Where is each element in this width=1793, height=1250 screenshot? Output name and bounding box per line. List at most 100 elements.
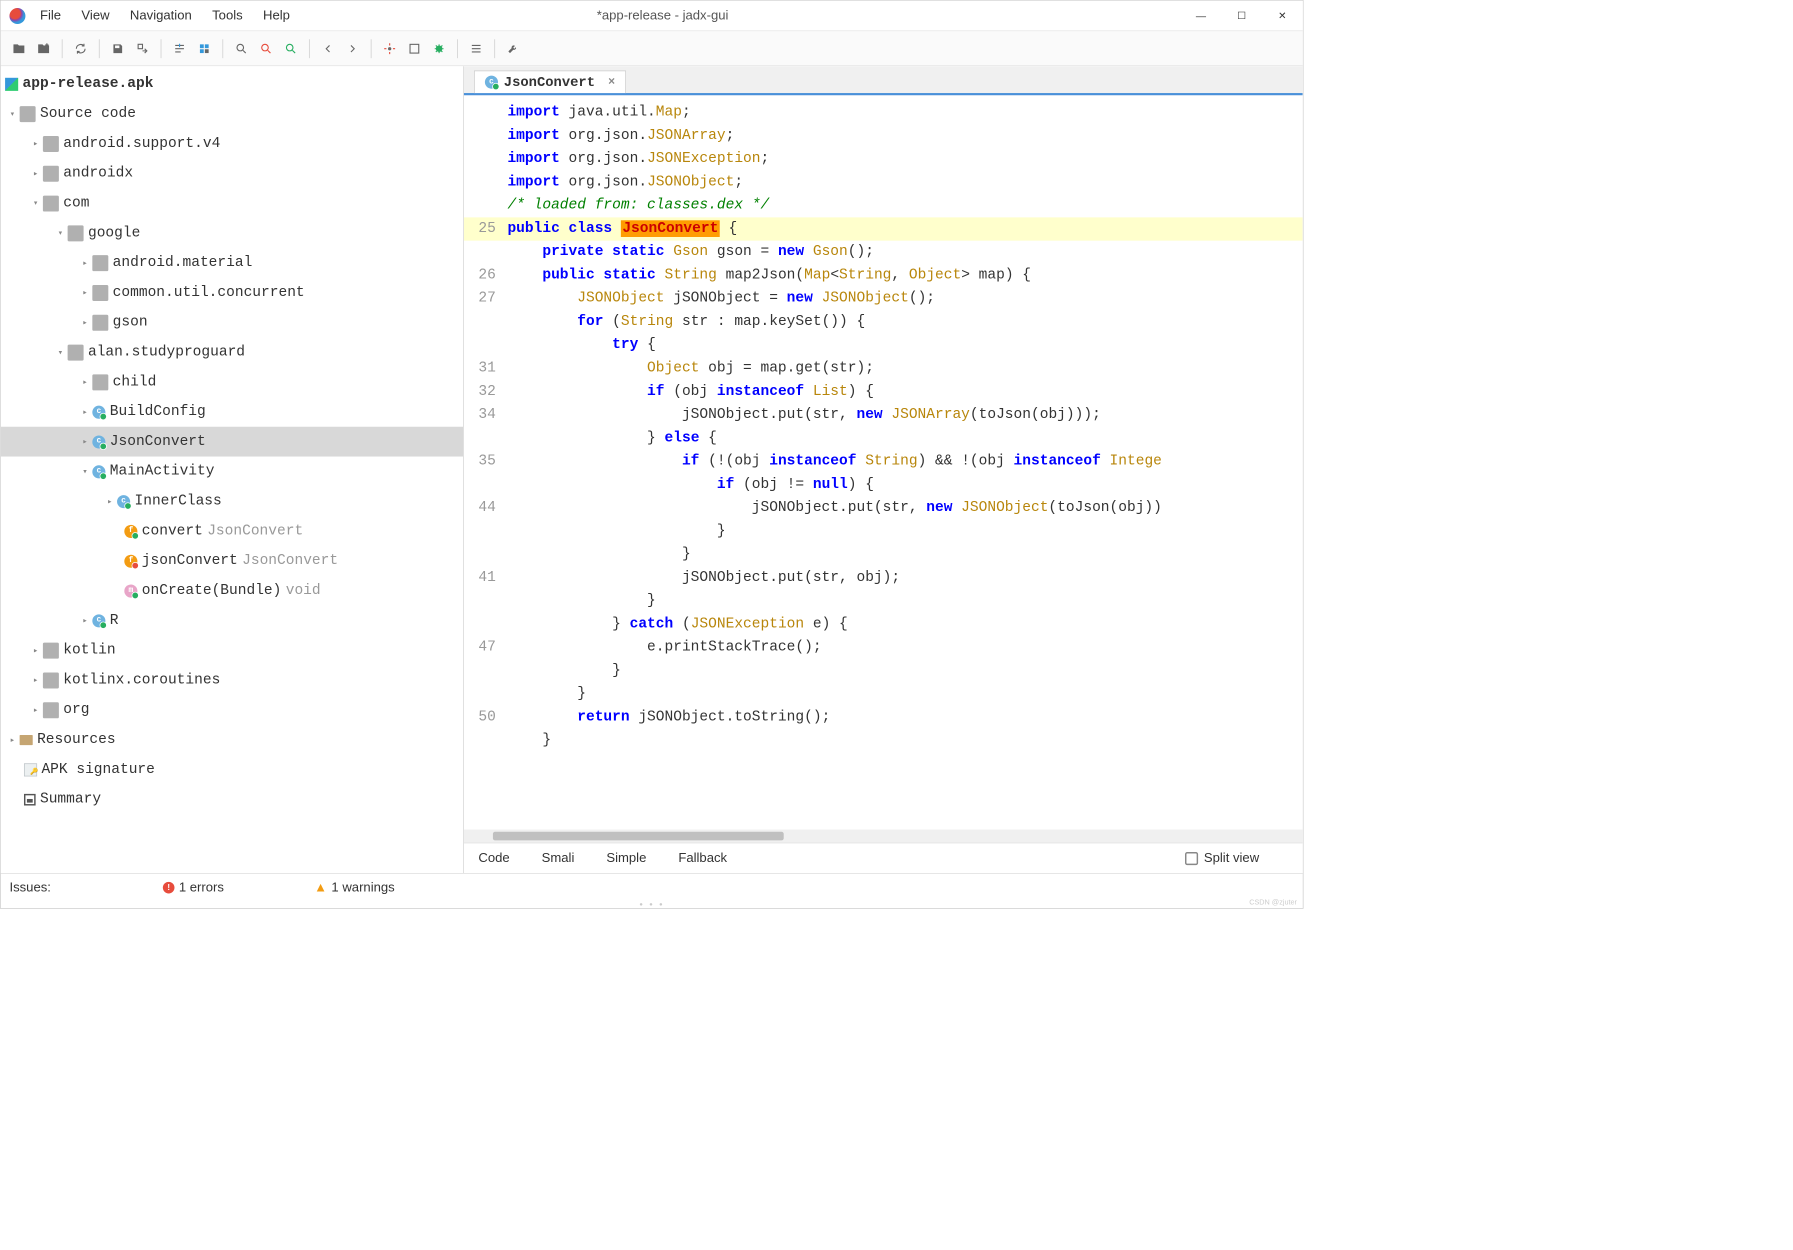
code-line[interactable]: }	[464, 543, 1303, 566]
code-text[interactable]: import org.json.JSONException;	[507, 148, 1302, 171]
code-line[interactable]: try {	[464, 334, 1303, 357]
menu-view[interactable]: View	[81, 8, 109, 23]
tab-close-icon[interactable]: ×	[608, 76, 615, 89]
code-text[interactable]: JSONObject jSONObject = new JSONObject()…	[507, 287, 1302, 310]
code-text[interactable]: for (String str : map.keySet()) {	[507, 310, 1302, 333]
code-line[interactable]: 47 e.printStackTrace();	[464, 636, 1303, 659]
tree-root[interactable]: app-release.apk	[1, 69, 463, 99]
tree-class-jsonconvert[interactable]: ▸cJsonConvert	[1, 427, 463, 457]
code-line[interactable]: }	[464, 659, 1303, 682]
code-text[interactable]: }	[507, 520, 1302, 543]
code-line[interactable]: 50 return jSONObject.toString();	[464, 706, 1303, 729]
tree-apk-sig[interactable]: APK signature	[1, 755, 463, 785]
code-line[interactable]: } catch (JSONException e) {	[464, 613, 1303, 636]
tab-jsonconvert[interactable]: c JsonConvert ×	[474, 71, 626, 94]
code-text[interactable]: }	[507, 729, 1302, 752]
save-icon[interactable]	[107, 37, 129, 59]
drag-handle[interactable]: ● ● ●	[1, 901, 1303, 908]
tree-summary[interactable]: Summary	[1, 784, 463, 814]
code-line[interactable]: 34 jSONObject.put(str, new JSONArray(toJ…	[464, 403, 1303, 426]
tree-pkg[interactable]: ▾alan.studyproguard	[1, 337, 463, 367]
code-text[interactable]: public class JsonConvert {	[507, 217, 1302, 240]
code-text[interactable]: }	[507, 543, 1302, 566]
list-icon[interactable]	[465, 37, 487, 59]
code-text[interactable]: jSONObject.put(str, new JSONArray(toJson…	[507, 403, 1302, 426]
tab-code[interactable]: Code	[478, 851, 509, 866]
code-text[interactable]: } catch (JSONException e) {	[507, 613, 1302, 636]
code-line[interactable]: }	[464, 520, 1303, 543]
code-line[interactable]: }	[464, 729, 1303, 752]
tree-field[interactable]: fjsonConvertJsonConvert	[1, 546, 463, 576]
tree-pkg[interactable]: ▸androidx	[1, 158, 463, 188]
code-line[interactable]: private static Gson gson = new Gson();	[464, 241, 1303, 264]
code-text[interactable]: if (!(obj instanceof String) && !(obj in…	[507, 450, 1302, 473]
tree-class[interactable]: ▸cR	[1, 606, 463, 636]
tree-field[interactable]: fconvertJsonConvert	[1, 516, 463, 546]
code-text[interactable]: /* loaded from: classes.dex */	[507, 194, 1302, 217]
code-text[interactable]: } else {	[507, 427, 1302, 450]
code-line[interactable]: for (String str : map.keySet()) {	[464, 310, 1303, 333]
code-line[interactable]: /* loaded from: classes.dex */	[464, 194, 1303, 217]
tree-method[interactable]: monCreate(Bundle)void	[1, 576, 463, 606]
code-line[interactable]: 44 jSONObject.put(str, new JSONObject(to…	[464, 497, 1303, 520]
code-line[interactable]: 25public class JsonConvert {	[464, 217, 1303, 240]
code-line[interactable]: import org.json.JSONObject;	[464, 171, 1303, 194]
tree-resources[interactable]: ▸Resources	[1, 725, 463, 755]
open-file-icon[interactable]	[8, 37, 30, 59]
search-global-icon[interactable]	[280, 37, 302, 59]
code-text[interactable]: jSONObject.put(str, new JSONObject(toJso…	[507, 497, 1302, 520]
code-line[interactable]: }	[464, 590, 1303, 613]
code-line[interactable]: 32 if (obj instanceof List) {	[464, 380, 1303, 403]
code-line[interactable]: 35 if (!(obj instanceof String) && !(obj…	[464, 450, 1303, 473]
tree-source-code[interactable]: ▾Source code	[1, 99, 463, 129]
code-text[interactable]: Object obj = map.get(str);	[507, 357, 1302, 380]
code-line[interactable]: 31 Object obj = map.get(str);	[464, 357, 1303, 380]
tree-class[interactable]: ▸cInnerClass	[1, 486, 463, 516]
tab-simple[interactable]: Simple	[606, 851, 646, 866]
horizontal-scrollbar[interactable]	[464, 830, 1303, 843]
tree-class[interactable]: ▾cMainActivity	[1, 457, 463, 487]
tree-pkg[interactable]: ▸android.material	[1, 248, 463, 278]
code-line[interactable]: } else {	[464, 427, 1303, 450]
tree-pkg[interactable]: ▾google	[1, 218, 463, 248]
code-line[interactable]: if (obj != null) {	[464, 473, 1303, 496]
tree-pkg[interactable]: ▸kotlinx.coroutines	[1, 665, 463, 695]
tab-smali[interactable]: Smali	[542, 851, 575, 866]
code-text[interactable]: if (obj instanceof List) {	[507, 380, 1302, 403]
tree-class[interactable]: ▸cBuildConfig	[1, 397, 463, 427]
code-line[interactable]: import java.util.Map;	[464, 101, 1303, 124]
search-class-icon[interactable]	[255, 37, 277, 59]
code-text[interactable]: return jSONObject.toString();	[507, 706, 1302, 729]
tree-pkg[interactable]: ▸child	[1, 367, 463, 397]
code-text[interactable]: jSONObject.put(str, obj);	[507, 566, 1302, 589]
tree-pkg[interactable]: ▸android.support.v4	[1, 129, 463, 159]
tree-pkg[interactable]: ▾com	[1, 188, 463, 218]
status-errors[interactable]: ! 1 errors	[163, 880, 224, 895]
debug-icon[interactable]	[428, 37, 450, 59]
scrollbar-thumb[interactable]	[493, 832, 784, 841]
minimize-button[interactable]: —	[1181, 0, 1222, 31]
code-text[interactable]: import org.json.JSONObject;	[507, 171, 1302, 194]
select-all-icon[interactable]	[193, 37, 215, 59]
split-view-toggle[interactable]: Split view	[1185, 851, 1259, 866]
tree-pkg[interactable]: ▸common.util.concurrent	[1, 278, 463, 308]
forward-icon[interactable]	[342, 37, 364, 59]
code-line[interactable]: import org.json.JSONException;	[464, 148, 1303, 171]
code-line[interactable]: 27 JSONObject jSONObject = new JSONObjec…	[464, 287, 1303, 310]
code-text[interactable]: public static String map2Json(Map<String…	[507, 264, 1302, 287]
code-text[interactable]: }	[507, 659, 1302, 682]
code-text[interactable]: private static Gson gson = new Gson();	[507, 241, 1302, 264]
code-text[interactable]: if (obj != null) {	[507, 473, 1302, 496]
export-icon[interactable]	[132, 37, 154, 59]
sync-icon[interactable]	[70, 37, 92, 59]
checkbox-icon[interactable]	[1185, 852, 1198, 865]
code-line[interactable]: 41 jSONObject.put(str, obj);	[464, 566, 1303, 589]
code-line[interactable]: import org.json.JSONArray;	[464, 124, 1303, 147]
code-text[interactable]: import org.json.JSONArray;	[507, 124, 1302, 147]
tree-pkg[interactable]: ▸org	[1, 695, 463, 725]
code-text[interactable]: import java.util.Map;	[507, 101, 1302, 124]
tab-fallback[interactable]: Fallback	[678, 851, 727, 866]
settings-icon[interactable]	[379, 37, 401, 59]
tree-pkg[interactable]: ▸kotlin	[1, 635, 463, 665]
search-icon[interactable]	[230, 37, 252, 59]
